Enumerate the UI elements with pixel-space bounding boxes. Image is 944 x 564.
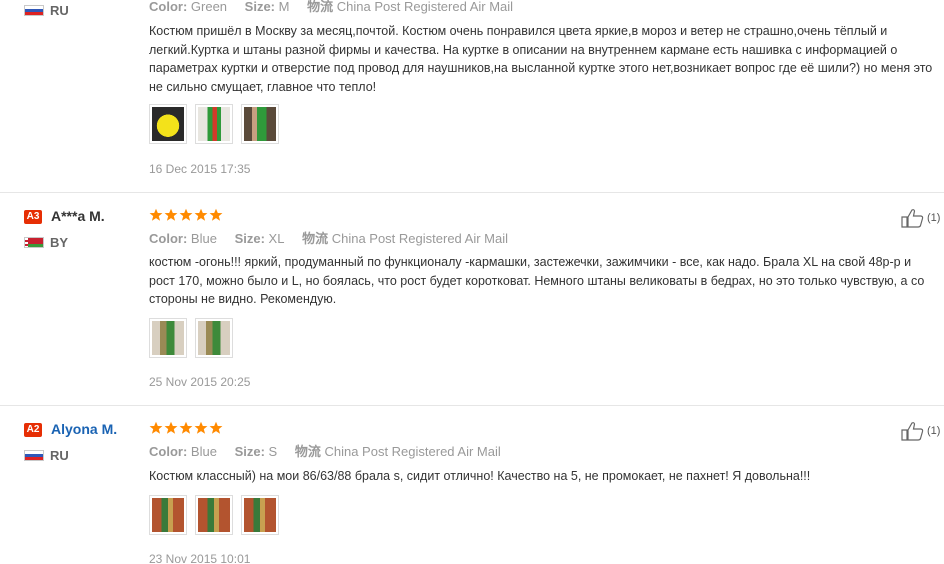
review-item: A2 Alyona M. RU Color: Blue Size: S 物流 C…	[0, 405, 944, 564]
suit-photo-3	[152, 498, 184, 532]
country-code: RU	[50, 448, 69, 463]
suit-photo-5	[244, 498, 276, 532]
order-attributes: Color: Blue Size: XL 物流 China Post Regis…	[149, 231, 522, 247]
size-label: Size:	[234, 444, 265, 459]
review-photo-thumbnail[interactable]	[241, 495, 279, 535]
review-text: Костюм классный) на мои 86/63/88 брала s…	[149, 469, 811, 483]
color-label: Color:	[149, 444, 188, 459]
color-label: Color:	[149, 0, 188, 14]
review-photo-thumbnail[interactable]	[149, 495, 187, 535]
review-photo-thumbnail[interactable]	[195, 318, 233, 358]
review-photo-thumbnail[interactable]	[195, 104, 233, 144]
green-pants-photo	[198, 107, 230, 141]
star-icon	[164, 421, 178, 435]
country-code: RU	[50, 3, 69, 18]
star-rating	[149, 208, 223, 224]
star-icon	[194, 208, 208, 222]
star-icon	[209, 208, 223, 222]
review-date: 16 Dec 2015 17:35	[149, 162, 251, 176]
review-item: A3 A***a M. BY Color: Blue Size: XL 物流 C…	[0, 192, 944, 404]
color-value: Blue	[190, 444, 217, 459]
shipping-value: China Post Registered Air Mail	[324, 444, 501, 459]
shipping-label: 物流	[307, 0, 334, 14]
suit-photo-4	[198, 498, 230, 532]
helpful-count: (1)	[927, 212, 941, 224]
star-icon	[209, 421, 223, 435]
star-icon	[164, 208, 178, 222]
review-photos	[149, 104, 279, 144]
star-icon	[179, 421, 193, 435]
flag-russia-icon	[24, 5, 44, 16]
reviewer-name: A***a M.	[51, 208, 105, 224]
color-value: Blue	[190, 231, 217, 246]
order-attributes: Color: Green Size: M 物流 China Post Regis…	[149, 0, 527, 15]
size-value: M	[278, 0, 290, 14]
review-photo-thumbnail[interactable]	[149, 318, 187, 358]
review-photos	[149, 495, 279, 535]
star-icon	[149, 208, 163, 222]
helpful-vote[interactable]: (1)	[901, 421, 940, 441]
suit-photo-1	[152, 321, 184, 355]
country-code: BY	[50, 235, 69, 250]
thumbs-up-icon[interactable]	[901, 208, 925, 228]
helpful-vote[interactable]: (1)	[901, 208, 940, 228]
suit-photo-2	[198, 321, 230, 355]
review-text: костюм -огонь!!! яркий, продуманный по ф…	[149, 255, 925, 306]
review-item: RU Color: Green Size: M 物流 China Post Re…	[0, 0, 944, 191]
shipping-value: China Post Registered Air Mail	[331, 231, 509, 246]
review-date: 25 Nov 2015 20:25	[149, 375, 251, 389]
shipping-value: China Post Registered Air Mail	[336, 0, 514, 14]
review-photo-thumbnail[interactable]	[149, 104, 187, 144]
shipping-label: 物流	[294, 444, 321, 459]
reviewer-name-link[interactable]: Alyona M.	[51, 421, 117, 437]
helpful-count: (1)	[927, 425, 941, 437]
jacket-photo	[244, 107, 276, 141]
color-value: Green	[190, 0, 228, 14]
review-date: 23 Nov 2015 10:01	[149, 552, 251, 564]
size-value: XL	[268, 231, 285, 246]
order-attributes: Color: Blue Size: S 物流 China Post Regist…	[149, 444, 515, 460]
review-photo-thumbnail[interactable]	[195, 495, 233, 535]
review-photo-thumbnail[interactable]	[241, 104, 279, 144]
yellow-skirt-photo	[152, 107, 184, 141]
size-label: Size:	[244, 0, 276, 14]
buyer-level-badge: A2	[24, 423, 42, 437]
star-icon	[149, 421, 163, 435]
size-value: S	[268, 444, 278, 459]
flag-belarus-icon	[24, 237, 44, 248]
review-photos	[149, 318, 233, 358]
size-label: Size:	[234, 231, 265, 246]
star-rating	[149, 421, 223, 437]
star-icon	[179, 208, 193, 222]
review-text: Костюм пришёл в Москву за месяц,почтой. …	[149, 24, 933, 94]
buyer-level-badge: A3	[24, 210, 42, 224]
flag-russia-icon	[24, 450, 44, 461]
shipping-label: 物流	[302, 231, 329, 246]
color-label: Color:	[149, 231, 188, 246]
star-icon	[194, 421, 208, 435]
thumbs-up-icon[interactable]	[901, 421, 925, 441]
